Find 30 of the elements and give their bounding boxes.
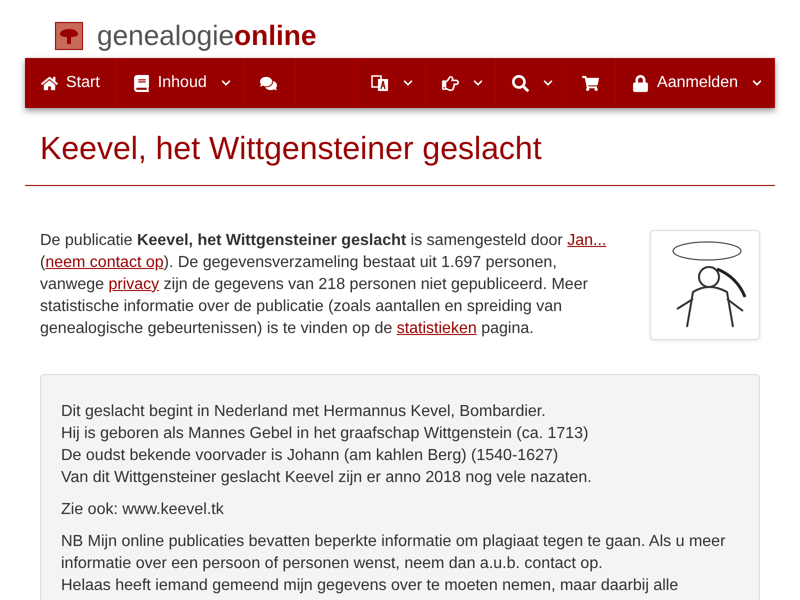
lock-icon: [632, 74, 650, 92]
caret-icon: [543, 78, 554, 88]
text-link[interactable]: neem contact op: [45, 254, 164, 271]
text-link[interactable]: privacy: [108, 276, 160, 293]
caret-icon: [220, 78, 231, 88]
page-title: Keevel, het Wittgensteiner geslacht: [25, 108, 775, 186]
description-paragraph: Dit geslacht begint in Nederland met Hermannus Kevel, Bombardier. Hij is geboren als Mannes Gebel in het graafschap Wittgenstein (ca. 1713) De oudst bekende voorvader is Johann (am kahlen Berg) (1540-1627) Van dit Wittgensteiner geslacht Keevel zijn er anno 2018 nog vele nazaten.: [61, 402, 593, 488]
caret-icon: [752, 78, 762, 88]
search-icon: [512, 74, 530, 92]
caret-icon: [403, 78, 414, 88]
nav-label: Inhoud: [158, 74, 207, 92]
site-logo-text: genealogieonline: [97, 20, 316, 52]
home-icon: [41, 74, 58, 92]
description-paragraph: Zie ook: www.keevel.tk: [61, 500, 225, 520]
caret-icon: [473, 78, 484, 88]
nav-label: Start: [66, 74, 100, 92]
description-paragraph: NB Mijn online publicaties bevatten beperkte informatie om plagiaat tegen te gaan. Als u meer informatie over een persoon of personen wenst, neem dan a.u.b. contact op. Helaas heeft iemand gemeend mijn gegevens over te moeten nemen, maar daarbij alle: [61, 532, 726, 596]
intro-paragraph: De publicatie Keevel, het Wittgensteiner geslacht is samengesteld door Jan... (neem contact op). De gegevensverzameling bestaat uit 1.697 personen, vanwege privacy zijn de gegevens van 218 personen niet gepubliceerd. Meer statistische informatie over de publicatie (zoals aantallen en spreiding van genealogische gebeurtenissen) is te vinden op de statistieken pagina.: [40, 231, 608, 339]
text-link[interactable]: Jan...: [567, 232, 606, 249]
nav-item[interactable]: Aanmelden: [616, 58, 775, 108]
nav-item[interactable]: Inhoud: [116, 58, 244, 108]
text-link[interactable]: statistieken: [396, 320, 477, 337]
translate-icon: [371, 74, 390, 92]
pointing-hand-icon: [442, 74, 460, 92]
nav-label: Aanmelden: [657, 74, 738, 92]
chat-icon: [260, 74, 277, 92]
cart-icon: [582, 74, 600, 92]
nav-item[interactable]: Start: [25, 58, 117, 108]
book-icon: [132, 74, 150, 92]
logo-icon: [55, 22, 83, 50]
